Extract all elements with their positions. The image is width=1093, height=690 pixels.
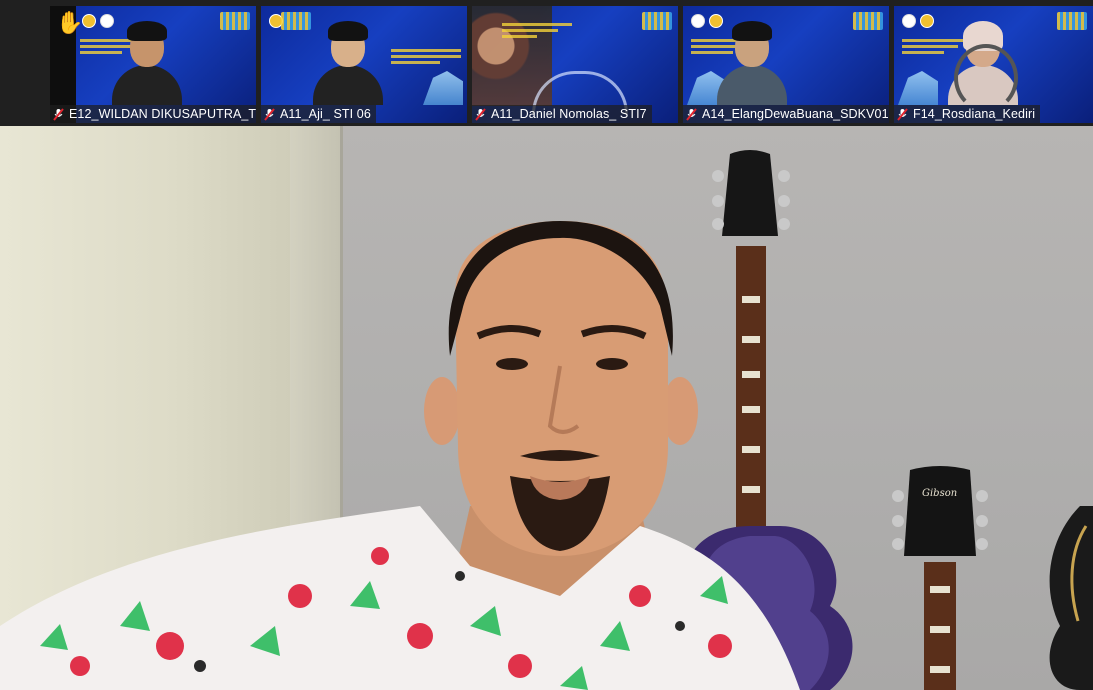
- raised-hand-icon: ✋: [56, 10, 84, 35]
- mic-muted-icon: [475, 107, 486, 121]
- participant-name: A11_Daniel Nomolas_ STI7: [491, 107, 647, 121]
- participant-tile[interactable]: F14_Rosdiana_Kediri: [894, 6, 1093, 123]
- participant-label: F14_Rosdiana_Kediri: [894, 105, 1041, 123]
- slide-watermark: [642, 12, 672, 30]
- participant-video: [112, 15, 182, 105]
- participant-label: A11_Daniel Nomolas_ STI7: [472, 105, 652, 123]
- participant-tile[interactable]: ✋ E12_WILDAN DIKUSAPUTRA_TIn: [50, 6, 256, 123]
- slide-watermark: [853, 12, 883, 30]
- participant-label: E12_WILDAN DIKUSAPUTRA_TIn: [50, 105, 256, 123]
- participant-tile[interactable]: A11_Aji_ STI 06: [261, 6, 467, 123]
- participant-video: [717, 15, 787, 105]
- participant-label: A14_ElangDewaBuana_SDKV01: [683, 105, 889, 123]
- slide-logos: [902, 14, 934, 28]
- speaker-person: [0, 221, 800, 690]
- slide-watermark: [1057, 12, 1087, 30]
- mic-muted-icon: [686, 107, 697, 121]
- participant-tile[interactable]: A14_ElangDewaBuana_SDKV01: [683, 6, 889, 123]
- participant-label: A11_Aji_ STI 06: [261, 105, 376, 123]
- slide-watermark: [220, 12, 250, 30]
- participant-name: A14_ElangDewaBuana_SDKV01: [702, 107, 889, 121]
- participant-name: F14_Rosdiana_Kediri: [913, 107, 1036, 121]
- participant-video: [313, 15, 383, 105]
- headset: [954, 44, 1018, 112]
- mic-muted-icon: [897, 107, 908, 121]
- slide-logos: [82, 14, 114, 28]
- slide-watermark: [281, 12, 311, 30]
- participant-name: E12_WILDAN DIKUSAPUTRA_TIn: [69, 107, 256, 121]
- participant-name: A11_Aji_ STI 06: [280, 107, 371, 121]
- participant-tile[interactable]: A11_Daniel Nomolas_ STI7: [472, 6, 678, 123]
- mic-muted-icon: [53, 107, 64, 121]
- mic-muted-icon: [264, 107, 275, 121]
- participant-strip: ✋ E12_WILDAN DIKUSAPUTRA_TIn A11_Aji_ ST…: [0, 0, 1093, 126]
- active-speaker-video[interactable]: Gibson: [0, 126, 1093, 690]
